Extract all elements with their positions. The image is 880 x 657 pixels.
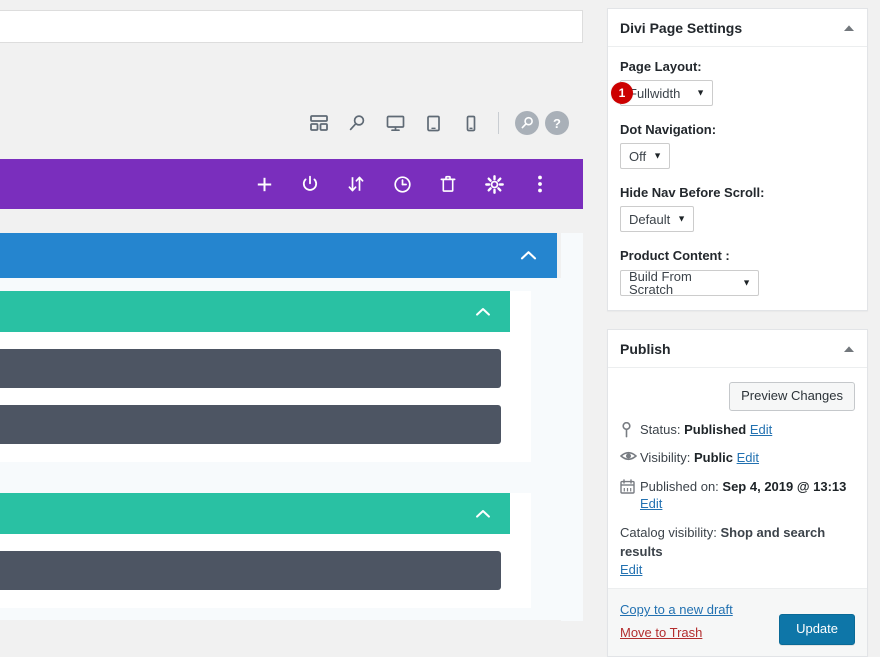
chevron-up-icon[interactable]: [843, 345, 855, 353]
builder-row: [0, 291, 531, 462]
help-icon[interactable]: ?: [545, 111, 569, 135]
more-options-icon[interactable]: [517, 168, 563, 200]
sort-icon[interactable]: [333, 168, 379, 200]
visibility-row: Visibility: Public Edit: [620, 449, 855, 467]
divi-panel-body: Page Layout: 1 Fullwidth ▼ Dot Navigatio…: [608, 47, 867, 310]
panel-title: Publish: [620, 342, 671, 356]
publish-panel: Publish Preview Changes: [607, 329, 868, 657]
chevron-down-icon: ▼: [696, 89, 705, 98]
copy-to-new-draft-link[interactable]: Copy to a new draft: [620, 602, 733, 617]
edit-catalog-visibility-link[interactable]: Edit: [620, 562, 642, 577]
phone-view-icon[interactable]: [456, 109, 486, 137]
builder-section[interactable]: [0, 233, 557, 278]
help-icon-label: ?: [553, 116, 561, 131]
wireframe-view-icon[interactable]: [304, 109, 334, 137]
tablet-view-icon[interactable]: [418, 109, 448, 137]
dot-navigation-label: Dot Navigation:: [620, 122, 855, 137]
panel-title: Divi Page Settings: [620, 21, 742, 35]
divi-page-settings-panel: Divi Page Settings Page Layout: 1 Fullwi…: [607, 8, 868, 311]
preview-row: Preview Changes: [620, 380, 855, 421]
editor-column: ?: [0, 0, 596, 621]
edit-status-link[interactable]: Edit: [750, 422, 772, 437]
zoom-out-view-icon[interactable]: [342, 109, 372, 137]
page-layout-value: Fullwidth: [629, 87, 680, 100]
divi-panel-header[interactable]: Divi Page Settings: [608, 9, 867, 47]
published-on-label: Published on:: [640, 479, 719, 494]
hide-nav-select[interactable]: Default ▼: [620, 206, 694, 232]
toolbar-divider: [498, 112, 499, 134]
trash-icon[interactable]: [425, 168, 471, 200]
product-content-select[interactable]: Build From Scratch ▼: [620, 270, 759, 296]
page-layout-label: Page Layout:: [620, 59, 855, 74]
desktop-view-icon[interactable]: [380, 109, 410, 137]
section-gap: [0, 474, 561, 493]
publish-secondary-links: Copy to a new draft Move to Trash: [620, 599, 733, 645]
dot-navigation-value: Off: [629, 150, 646, 163]
builder-canvas: [0, 233, 561, 621]
status-value: Published: [684, 422, 746, 437]
history-icon[interactable]: [379, 168, 425, 200]
builder-action-bar: [0, 159, 583, 209]
chevron-down-icon: ▼: [677, 215, 686, 224]
calendar-icon: [620, 479, 640, 494]
product-content-value: Build From Scratch: [629, 270, 734, 296]
published-on-value: Sep 4, 2019 @ 13:13: [722, 479, 846, 494]
chevron-down-icon: ▼: [742, 279, 751, 288]
visibility-text: Visibility: Public Edit: [640, 449, 855, 467]
status-label: Status:: [640, 422, 680, 437]
hide-nav-label: Hide Nav Before Scroll:: [620, 185, 855, 200]
publish-panel-body: Preview Changes Status: Published Edit: [608, 368, 867, 588]
page-layout-select[interactable]: Fullwidth ▼: [620, 80, 713, 106]
product-content-label: Product Content :: [620, 248, 855, 263]
chevron-down-icon: ▼: [653, 152, 662, 161]
post-status-icon: [620, 422, 640, 438]
chevron-up-icon[interactable]: [475, 307, 491, 317]
post-status-text: Status: Published Edit: [640, 421, 855, 439]
catalog-visibility-row: Catalog visibility: Shop and search resu…: [620, 524, 855, 581]
published-on-text: Published on: Sep 4, 2019 @ 13:13 Edit: [640, 478, 855, 513]
builder-view-toolbar: ?: [0, 100, 583, 146]
preview-changes-button[interactable]: Preview Changes: [729, 382, 855, 411]
chevron-up-icon[interactable]: [843, 24, 855, 32]
builder-row: [0, 493, 531, 608]
update-button[interactable]: Update: [779, 614, 855, 645]
power-toggle-icon[interactable]: [287, 168, 333, 200]
post-title-field[interactable]: [0, 10, 583, 43]
publish-actions: Copy to a new draft Move to Trash Update: [608, 588, 867, 656]
builder-module[interactable]: [0, 405, 501, 444]
builder-row-header[interactable]: [0, 493, 510, 534]
search-icon[interactable]: [515, 111, 539, 135]
builder-module[interactable]: [0, 551, 501, 590]
dot-navigation-select[interactable]: Off ▼: [620, 143, 670, 169]
editor-sidebar: Divi Page Settings Page Layout: 1 Fullwi…: [596, 0, 880, 621]
builder-section-body: [0, 493, 561, 620]
visibility-value: Public: [694, 450, 733, 465]
builder-row-header[interactable]: [0, 291, 510, 332]
add-section-icon[interactable]: [241, 168, 287, 200]
edit-published-on-link[interactable]: Edit: [640, 496, 662, 511]
publish-panel-header[interactable]: Publish: [608, 330, 867, 368]
edit-visibility-link[interactable]: Edit: [737, 450, 759, 465]
wordpress-divi-editor-screen: ?: [0, 0, 880, 621]
builder-module[interactable]: [0, 349, 501, 388]
hide-nav-value: Default: [629, 213, 670, 226]
eye-icon: [620, 450, 640, 462]
visibility-label: Visibility:: [640, 450, 690, 465]
move-to-trash-link[interactable]: Move to Trash: [620, 625, 702, 640]
canvas-gutter: [561, 233, 583, 621]
chevron-up-icon[interactable]: [520, 250, 537, 261]
chevron-up-icon[interactable]: [475, 509, 491, 519]
published-on-row: Published on: Sep 4, 2019 @ 13:13 Edit: [620, 478, 855, 513]
post-status-row: Status: Published Edit: [620, 421, 855, 439]
step-badge-1: 1: [611, 82, 633, 104]
catalog-visibility-label: Catalog visibility:: [620, 525, 717, 540]
builder-section-body: [0, 278, 561, 474]
settings-gear-icon[interactable]: [471, 168, 517, 200]
